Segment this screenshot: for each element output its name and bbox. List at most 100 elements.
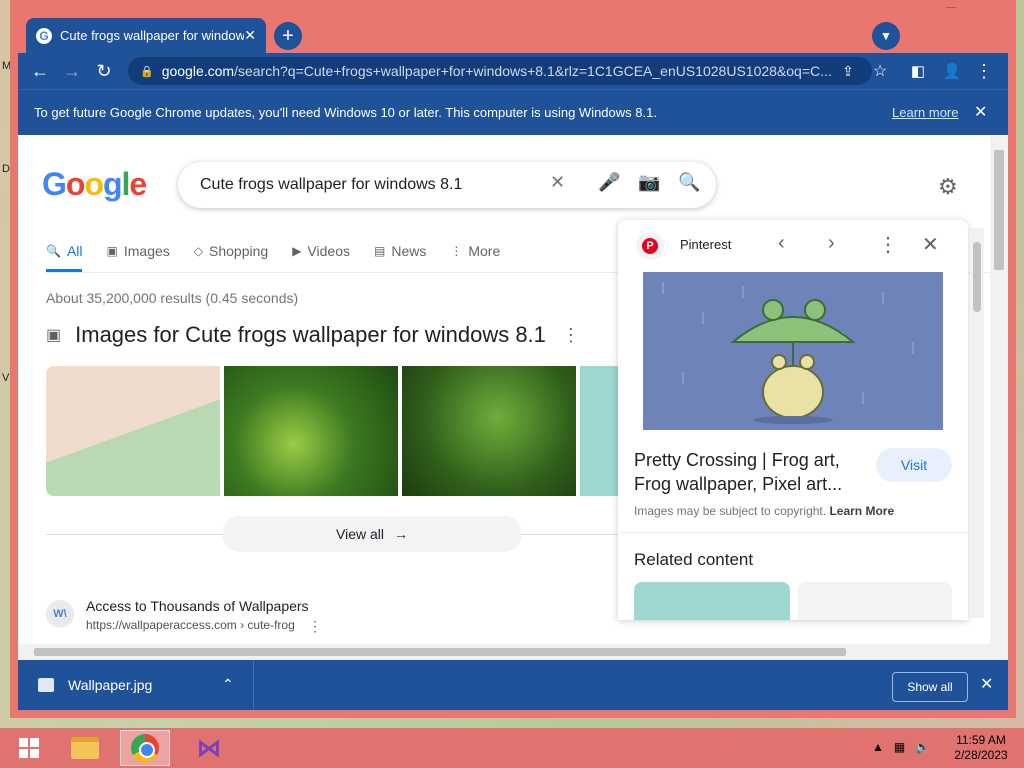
desktop-icon-label-fragment: D bbox=[2, 163, 10, 175]
copyright-learn-more-link[interactable]: Learn More bbox=[829, 504, 894, 518]
preview-image[interactable] bbox=[643, 272, 943, 430]
browser-toolbar: ← → ↻ 🔒 google.com/search?q=Cute+frogs+w… bbox=[18, 53, 1008, 89]
address-bar[interactable]: 🔒 google.com/search?q=Cute+frogs+wallpap… bbox=[128, 57, 872, 85]
star-icon: ☆ bbox=[872, 63, 888, 80]
result-title[interactable]: Access to Thousands of Wallpapers bbox=[86, 598, 309, 614]
scrollbar-thumb[interactable] bbox=[34, 648, 846, 656]
tab-strip: G Cute frogs wallpaper for windows 8.1 -… bbox=[18, 8, 1008, 53]
chevron-left-icon[interactable]: ‹ bbox=[778, 232, 785, 255]
image-thumbnail[interactable] bbox=[224, 366, 398, 496]
panel-source[interactable]: Pinterest bbox=[680, 237, 731, 252]
play-icon: ▶ bbox=[292, 244, 302, 258]
image-thumbnail[interactable] bbox=[46, 366, 220, 496]
show-all-downloads-button[interactable]: Show all bbox=[892, 672, 968, 702]
chrome-icon bbox=[131, 734, 159, 762]
panel-scrollbar[interactable] bbox=[970, 228, 984, 618]
download-bar: Wallpaper.jpg ⌃ Show all ✕ bbox=[18, 660, 1008, 710]
camera-icon[interactable]: 📷 bbox=[638, 172, 660, 193]
side-panel-icon: ◧ bbox=[910, 63, 926, 80]
image-preview-panel: P Pinterest ‹ › ⋮ ✕ Pretty Crossing | Fr… bbox=[618, 220, 968, 620]
bookmark-button[interactable]: ☆ bbox=[866, 57, 894, 85]
related-thumbnail[interactable] bbox=[798, 582, 952, 620]
taskbar-visual-studio[interactable]: ⋈ bbox=[184, 730, 234, 766]
tab-close-icon[interactable]: ✕ bbox=[244, 27, 256, 44]
update-infobar: To get future Google Chrome updates, you… bbox=[18, 89, 1008, 135]
visit-button[interactable]: Visit bbox=[876, 448, 952, 482]
reload-button[interactable]: ↻ bbox=[90, 57, 118, 85]
tab-google-search[interactable]: G Cute frogs wallpaper for windows 8.1 -… bbox=[26, 18, 266, 53]
result-url[interactable]: https://wallpaperaccess.com › cute-frog bbox=[86, 618, 295, 632]
taskbar-chrome[interactable] bbox=[120, 730, 170, 766]
tab-videos[interactable]: ▶ Videos bbox=[292, 236, 350, 266]
side-panel-button[interactable]: ◧ bbox=[904, 57, 932, 85]
volume-icon[interactable]: 🔈 bbox=[915, 740, 930, 754]
search-icon[interactable]: 🔍 bbox=[678, 172, 700, 193]
settings-gear-icon[interactable]: ⚙ bbox=[938, 174, 958, 200]
chrome-menu-button[interactable]: ⋮ bbox=[970, 57, 998, 85]
clear-search-icon[interactable]: ✕ bbox=[550, 172, 565, 193]
back-button[interactable]: ← bbox=[26, 57, 54, 85]
close-icon[interactable]: ✕ bbox=[922, 232, 939, 257]
image-thumbnails bbox=[46, 366, 624, 496]
search-icon: 🔍 bbox=[46, 244, 61, 258]
taskbar-file-explorer[interactable] bbox=[60, 730, 110, 766]
plus-icon: + bbox=[282, 24, 294, 47]
kebab-icon: ⋮ bbox=[975, 60, 993, 81]
scrollbar-thumb[interactable] bbox=[994, 150, 1004, 270]
tab-search-button[interactable]: ▼ bbox=[872, 22, 900, 50]
tag-icon: ◇ bbox=[193, 244, 204, 258]
chevron-up-icon[interactable]: ⌃ bbox=[222, 676, 234, 693]
result-stats: About 35,200,000 results (0.45 seconds) bbox=[46, 290, 299, 306]
tab-images[interactable]: ▣ Images bbox=[107, 236, 170, 266]
page-horizontal-scrollbar[interactable] bbox=[18, 644, 1008, 660]
kebab-icon[interactable]: ⋮ bbox=[308, 618, 322, 635]
network-icon[interactable]: ▦ bbox=[894, 740, 905, 754]
microphone-icon[interactable]: 🎤 bbox=[598, 172, 620, 193]
share-button[interactable]: ⇪ bbox=[834, 57, 862, 85]
search-input[interactable]: Cute frogs wallpaper for windows 8.1 ✕ 🎤… bbox=[178, 162, 716, 208]
view-all-label: View all bbox=[336, 526, 384, 542]
tab-label: More bbox=[468, 243, 501, 259]
infobar-learn-more-link[interactable]: Learn more bbox=[892, 105, 958, 120]
google-logo[interactable]: Google bbox=[42, 166, 147, 203]
system-tray: ▲ ▦ 🔈 bbox=[872, 740, 940, 754]
start-button[interactable] bbox=[4, 730, 54, 766]
url-host: google.com bbox=[161, 63, 235, 79]
taskbar: ⋈ ▲ ▦ 🔈 11:59 AM 2/28/2023 bbox=[0, 728, 1024, 768]
profile-button[interactable]: 👤 bbox=[938, 57, 966, 85]
kebab-icon[interactable]: ⋮ bbox=[562, 325, 580, 346]
chevron-right-icon[interactable]: › bbox=[828, 232, 835, 255]
show-hidden-icons-icon[interactable]: ▲ bbox=[872, 740, 884, 754]
image-thumbnail[interactable] bbox=[580, 366, 620, 496]
folder-icon bbox=[71, 737, 99, 759]
tab-title: Cute frogs wallpaper for windows 8.1 - G… bbox=[60, 28, 245, 43]
related-content-heading: Related content bbox=[634, 550, 754, 569]
panel-title[interactable]: Pretty Crossing | Frog art, Frog wallpap… bbox=[634, 448, 854, 496]
pixel-frog-image bbox=[643, 272, 943, 430]
pinterest-logo-icon: P bbox=[636, 232, 664, 260]
kebab-icon[interactable]: ⋮ bbox=[878, 232, 898, 257]
close-download-bar-icon[interactable]: ✕ bbox=[980, 674, 993, 694]
image-file-icon bbox=[38, 678, 54, 692]
arrow-left-icon: ← bbox=[31, 60, 49, 81]
tab-news[interactable]: ▤ News bbox=[374, 236, 426, 266]
clock-time: 11:59 AM bbox=[956, 733, 1006, 747]
image-icon: ▣ bbox=[106, 244, 118, 258]
infobar-close-icon[interactable]: ✕ bbox=[974, 102, 987, 122]
tab-all[interactable]: 🔍 All bbox=[46, 236, 83, 266]
image-thumbnail[interactable] bbox=[402, 366, 576, 496]
page-vertical-scrollbar[interactable] bbox=[990, 136, 1008, 644]
google-favicon-icon: G bbox=[36, 27, 52, 44]
desktop-icon-label-fragment: V bbox=[2, 372, 10, 384]
tab-shopping[interactable]: ◇ Shopping bbox=[194, 236, 268, 266]
scrollbar-thumb[interactable] bbox=[973, 242, 981, 312]
download-item[interactable]: Wallpaper.jpg ⌃ bbox=[18, 660, 254, 710]
tab-label: All bbox=[66, 243, 83, 259]
related-thumbnail[interactable] bbox=[634, 582, 790, 620]
forward-button[interactable]: → bbox=[58, 57, 86, 85]
taskbar-clock[interactable]: 11:59 AM 2/28/2023 bbox=[950, 733, 1012, 763]
images-heading-text[interactable]: Images for Cute frogs wallpaper for wind… bbox=[75, 322, 546, 348]
new-tab-button[interactable]: + bbox=[274, 22, 302, 50]
tab-more[interactable]: ⋮ More bbox=[450, 236, 500, 266]
view-all-button[interactable]: View all → bbox=[222, 516, 522, 552]
